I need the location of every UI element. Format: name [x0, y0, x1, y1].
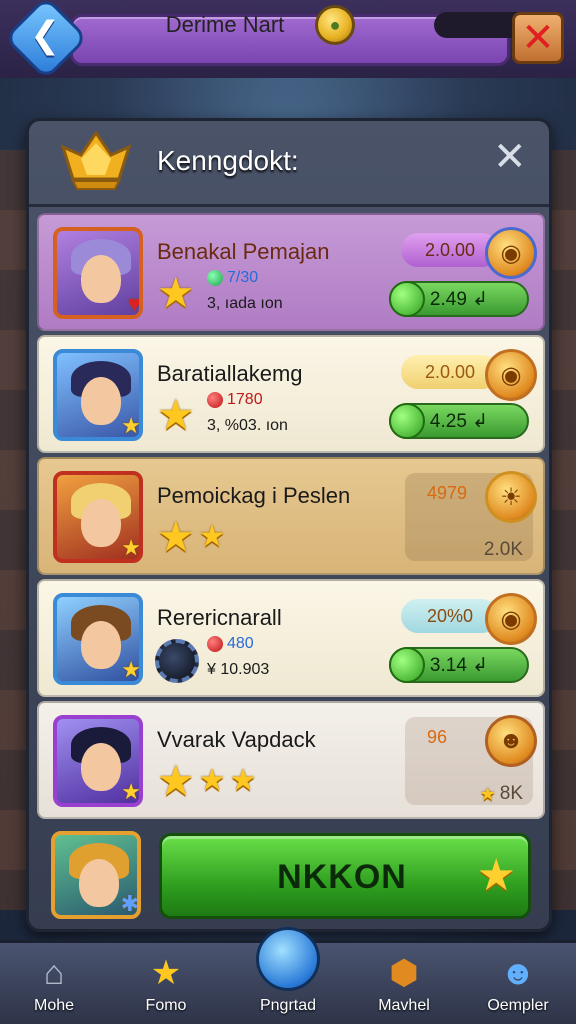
- gem-value: 7/30: [227, 269, 259, 286]
- hero-face: [81, 621, 121, 669]
- hero-face: [81, 743, 121, 791]
- nav-label: Mohe: [33, 997, 75, 1014]
- list-item[interactable]: ★ Vvarak Vapdack ★ ★ ★ 96 ☻ ★ 8K: [37, 701, 545, 819]
- star-icon: ★: [198, 520, 226, 553]
- nav-item-home[interactable]: ⌂ Mohe: [6, 943, 102, 1024]
- star-rating: ★: [157, 391, 195, 438]
- list-item[interactable]: ♥ Benakal Pemajan ★ 7/30 3, ıada ıon 2.0…: [37, 213, 545, 331]
- reward-total: ★ 8K: [480, 783, 523, 805]
- character-icon: ☻: [500, 953, 536, 992]
- back-arrow-icon: ❮: [30, 14, 61, 55]
- reward-total: 2.0K: [484, 539, 523, 561]
- hero-name: Rerericnarall: [157, 605, 282, 630]
- hero-name: Baratiallakemg: [157, 361, 303, 386]
- sun-badge-icon: ☀: [485, 471, 537, 523]
- hero-face: [79, 859, 119, 907]
- corner-star-icon: ★: [121, 657, 141, 682]
- gem-line: 1780: [207, 391, 263, 409]
- list-item[interactable]: ★ Pemoickag i Peslen ★ ★ 4979 ☀ 2.0K: [37, 457, 545, 575]
- hero-portrait: ♥: [53, 227, 143, 319]
- gem-line: 480: [207, 635, 254, 653]
- home-icon: ⌂: [43, 953, 65, 992]
- hero-portrait: ★: [53, 349, 143, 441]
- panel-title: Kenngdokt:: [157, 145, 299, 176]
- face-badge-icon: ☻: [485, 715, 537, 767]
- crest-icon: [60, 130, 132, 190]
- hexagon-icon: ⬢: [389, 954, 419, 992]
- reward-badge-icon: ◉: [485, 349, 537, 401]
- star-icon: ★: [150, 954, 182, 992]
- star-icon: ★: [157, 513, 195, 560]
- reward-value: 4979: [427, 483, 468, 503]
- nav-item-oempler[interactable]: ☻ Oempler: [470, 943, 566, 1024]
- nav-label: Mavhel: [378, 997, 430, 1014]
- nav-item-mavhel[interactable]: ⬢ Mavhel: [356, 943, 452, 1024]
- nav-item-fomo[interactable]: ★ Fomo: [118, 943, 214, 1024]
- corner-gear-icon: ✱: [120, 891, 139, 916]
- star-rating: ★ ★ ★: [157, 757, 257, 804]
- star-icon: ★: [157, 757, 195, 804]
- hero-portrait: ★: [53, 471, 143, 563]
- gem-value: 480: [227, 635, 254, 652]
- hero-subtitle: 3, ıada ıon: [207, 295, 283, 312]
- green-gem-icon: [389, 281, 425, 317]
- star-rating: ★ ★: [157, 513, 226, 560]
- corner-star-icon: ★: [121, 535, 141, 560]
- corner-gem-icon: ♥: [127, 291, 141, 316]
- main-action-label: NKKON: [277, 858, 407, 896]
- hero-subtitle: 3, %03. ıon: [207, 417, 288, 434]
- reward-total-value: 2.0K: [483, 539, 523, 560]
- star-icon: ★: [479, 784, 496, 804]
- star-icon: ★: [476, 851, 516, 900]
- hero-face: [81, 499, 121, 547]
- list-item[interactable]: ★ Rerericnarall 480 ¥ 10.903 20%0 3.14 ↲…: [37, 579, 545, 697]
- green-gem-icon: [389, 647, 425, 683]
- close-x-icon: ✕: [521, 16, 555, 60]
- star-icon: ★: [229, 764, 257, 797]
- ranking-panel: Kenngdokt: ✕ ♥ Benakal Pemajan ★ 7/30 3,…: [26, 118, 552, 932]
- hero-face: [81, 377, 121, 425]
- top-bar: Derime Nart ● ❮ ✕: [0, 0, 576, 81]
- list-item[interactable]: ★ Baratiallakemg ★ 1780 3, %03. ıon 2.0.…: [37, 335, 545, 453]
- green-gem-icon: [207, 270, 223, 286]
- gem-line: 7/30: [207, 269, 258, 287]
- reward-badge-icon: ◉: [485, 227, 537, 279]
- nav-label: Fomo: [145, 997, 187, 1014]
- reward-badge-icon: ◉: [485, 593, 537, 645]
- coin-icon[interactable]: ●: [315, 5, 355, 45]
- reward-total-value: 8K: [499, 783, 523, 804]
- nav-item-pngrtad[interactable]: Pngrtad: [240, 943, 336, 1024]
- reward-value: 96: [427, 727, 448, 747]
- hero-portrait: ★: [53, 715, 143, 807]
- star-icon: ★: [157, 391, 195, 438]
- main-action-button[interactable]: NKKON ★: [159, 833, 531, 919]
- green-gem-icon: [389, 403, 425, 439]
- nav-label: Oempler: [487, 997, 549, 1014]
- star-icon: ★: [198, 764, 226, 797]
- bottom-nav: ⌂ Mohe ★ Fomo Pngrtad ⬢ Mavhel ☻ Oempler: [0, 927, 576, 1024]
- hero-name: Benakal Pemajan: [157, 239, 330, 264]
- panel-close-button[interactable]: ✕: [493, 137, 527, 177]
- corner-star-icon: ★: [121, 779, 141, 804]
- hero-name: Vvarak Vapdack: [157, 727, 316, 752]
- red-gem-icon: [207, 636, 223, 652]
- close-button[interactable]: ✕: [512, 12, 564, 64]
- star-rating: ★: [157, 269, 195, 316]
- page-title: Derime Nart: [165, 12, 285, 37]
- hero-subtitle: ¥ 10.903: [207, 661, 270, 678]
- corner-star-icon: ★: [121, 413, 141, 438]
- panel-header: Kenngdokt: ✕: [29, 121, 549, 207]
- nav-label: Pngrtad: [259, 997, 317, 1014]
- gear-icon: [155, 639, 199, 683]
- hero-face: [81, 255, 121, 303]
- hero-name: Pemoickag i Peslen: [157, 483, 351, 508]
- player-portrait[interactable]: ✱: [51, 831, 141, 919]
- star-icon: ★: [157, 269, 195, 316]
- red-gem-icon: [207, 392, 223, 408]
- hero-portrait: ★: [53, 593, 143, 685]
- gem-value: 1780: [227, 391, 263, 408]
